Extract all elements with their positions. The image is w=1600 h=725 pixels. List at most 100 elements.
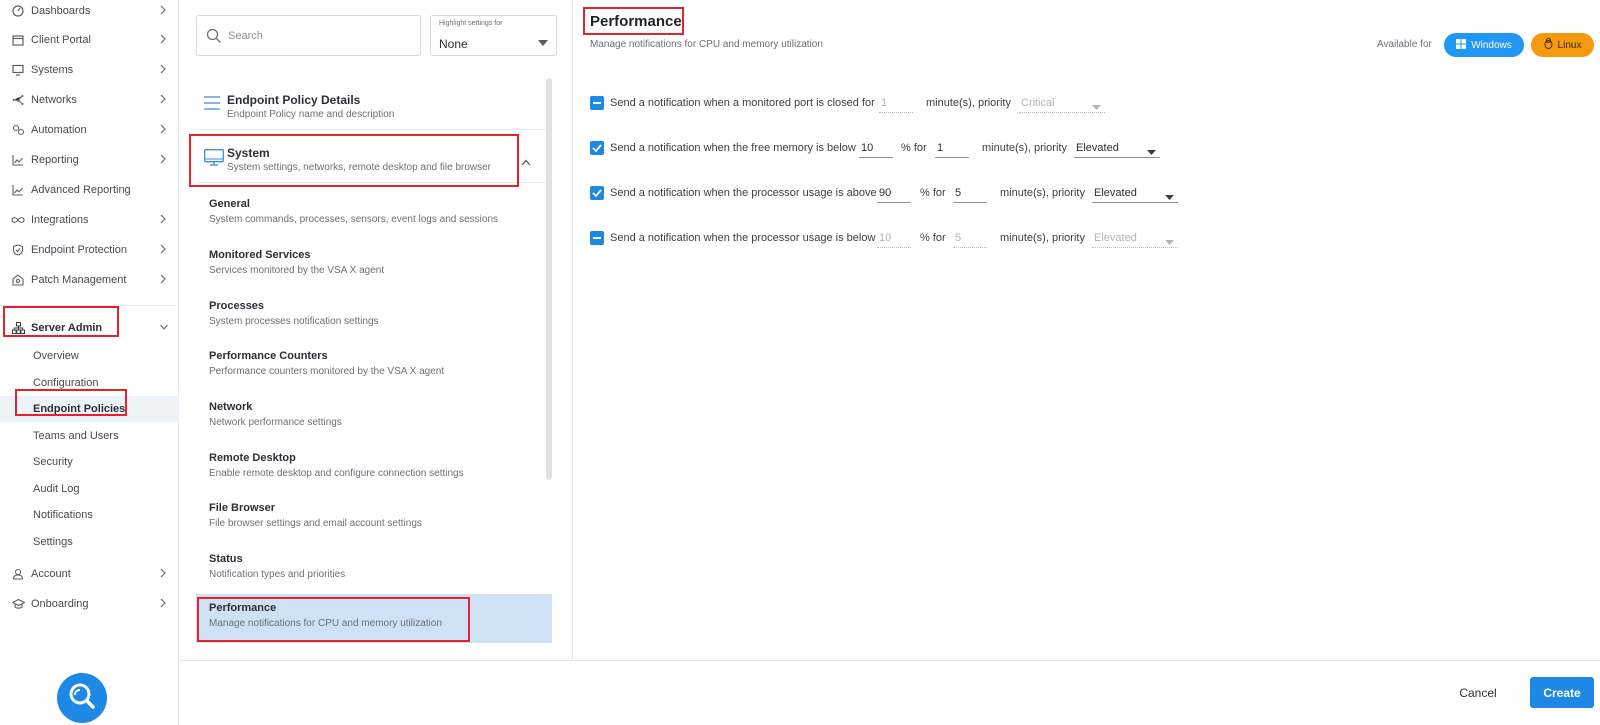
section-endpoint-policy-details[interactable]: Endpoint Policy Details Endpoint Policy … <box>196 80 552 130</box>
checked-checkbox[interactable] <box>590 141 604 155</box>
priority-select[interactable]: Critical <box>1019 95 1105 113</box>
sub-item-teams-and-users[interactable]: Teams and Users <box>0 423 179 449</box>
rule-unit: minute(s), priority <box>982 142 1067 154</box>
network-icon <box>11 93 25 107</box>
minutes-input[interactable]: 5 <box>953 185 987 203</box>
rule-text: Send a notification when the processor u… <box>610 187 877 199</box>
nav-item-advanced-reporting[interactable]: Advanced Reporting <box>0 176 179 204</box>
entry-performance-counters[interactable]: Performance Counters Performance counter… <box>196 342 552 389</box>
windows-label: Windows <box>1471 39 1512 51</box>
nav-item-dashboards[interactable]: Dashboards <box>0 0 179 25</box>
chevron-up-icon <box>521 153 531 171</box>
entry-general[interactable]: General System commands, processes, sens… <box>196 190 552 237</box>
linux-penguin-icon <box>1544 38 1553 52</box>
sub-item-label: Overview <box>33 350 79 362</box>
sidebar-nav: Dashboards Client Portal Systems Network… <box>0 0 179 725</box>
sub-item-label: Endpoint Policies <box>33 403 126 415</box>
help-search-button[interactable] <box>57 673 107 723</box>
linux-label: Linux <box>1557 39 1582 51</box>
nav-item-endpoint-protection[interactable]: Endpoint Protection <box>0 236 179 264</box>
page-title: Performance <box>590 13 682 30</box>
nav-item-reporting[interactable]: Reporting <box>0 146 179 174</box>
rule-text: Send a notification when the processor u… <box>610 232 876 244</box>
chart-icon <box>11 183 25 197</box>
rule-port-closed: Send a notification when a monitored por… <box>574 91 1594 115</box>
rule-mid: % for <box>920 187 946 199</box>
priority-select[interactable]: Elevated <box>1092 230 1178 248</box>
chevron-right-icon <box>159 63 169 77</box>
highlight-settings-select[interactable]: Highlight settings for None <box>430 15 557 56</box>
highlight-settings-label: Highlight settings for <box>439 20 503 27</box>
sub-item-audit-log[interactable]: Audit Log <box>0 476 179 502</box>
cpu-threshold-input[interactable]: 90 <box>877 185 911 203</box>
rule-mid: % for <box>901 142 927 154</box>
sub-item-overview[interactable]: Overview <box>0 343 179 369</box>
nav-item-integrations[interactable]: Integrations <box>0 206 179 234</box>
sub-item-label: Security <box>33 456 73 468</box>
cpu-threshold-input[interactable]: 10 <box>877 230 911 248</box>
priority-select[interactable]: Elevated <box>1074 140 1160 158</box>
chevron-right-icon <box>159 153 169 167</box>
rule-processor-below: Send a notification when the processor u… <box>574 226 1594 250</box>
chevron-right-icon <box>159 4 169 18</box>
entry-remote-desktop[interactable]: Remote Desktop Enable remote desktop and… <box>196 444 552 491</box>
entry-processes[interactable]: Processes System processes notification … <box>196 292 552 339</box>
sub-item-security[interactable]: Security <box>0 449 179 475</box>
priority-select[interactable]: Elevated <box>1092 185 1178 203</box>
nav-item-automation[interactable]: Automation <box>0 116 179 144</box>
sub-item-notifications[interactable]: Notifications <box>0 502 179 528</box>
nav-label: Onboarding <box>31 598 89 610</box>
nav-item-client-portal[interactable]: Client Portal <box>0 26 179 54</box>
page-subtitle: Manage notifications for CPU and memory … <box>590 39 823 50</box>
nav-label: Account <box>31 568 71 580</box>
sub-item-settings[interactable]: Settings <box>0 529 179 555</box>
monitor-icon <box>204 149 224 171</box>
sub-item-configuration[interactable]: Configuration <box>0 370 179 396</box>
minutes-input[interactable]: 5 <box>953 230 987 248</box>
checked-checkbox[interactable] <box>590 186 604 200</box>
rule-text: Send a notification when a monitored por… <box>610 97 875 109</box>
indeterminate-checkbox[interactable] <box>590 231 604 245</box>
nav-item-server-admin[interactable]: Server Admin <box>0 314 179 342</box>
nav-item-account[interactable]: Account <box>0 560 179 588</box>
nav-item-onboarding[interactable]: Onboarding <box>0 590 179 618</box>
priority-value: Critical <box>1021 97 1055 109</box>
rule-unit: minute(s), priority <box>926 97 1011 109</box>
highlight-settings-value: None <box>439 37 468 51</box>
entry-monitored-services[interactable]: Monitored Services Services monitored by… <box>196 241 552 288</box>
search-input[interactable]: Search <box>196 15 421 56</box>
indeterminate-checkbox[interactable] <box>590 96 604 110</box>
window-icon <box>11 33 25 47</box>
minutes-input[interactable]: 1 <box>879 95 913 113</box>
entry-file-browser[interactable]: File Browser File browser settings and e… <box>196 494 552 541</box>
create-button[interactable]: Create <box>1530 677 1594 708</box>
entry-performance[interactable]: Performance Manage notifications for CPU… <box>196 594 552 643</box>
graduation-cap-icon <box>11 597 25 611</box>
entry-title: Processes <box>209 300 265 312</box>
entry-network[interactable]: Network Network performance settings <box>196 393 552 440</box>
entry-desc: Network performance settings <box>209 417 342 428</box>
cancel-button[interactable]: Cancel <box>1453 678 1503 708</box>
memory-threshold-input[interactable]: 10 <box>859 140 893 158</box>
entry-desc: Performance counters monitored by the VS… <box>209 366 445 377</box>
linux-badge[interactable]: Linux <box>1531 33 1594 57</box>
settings-list-scrollbar[interactable] <box>546 78 552 480</box>
entry-title: Monitored Services <box>209 249 311 261</box>
section-system[interactable]: System System settings, networks, remote… <box>196 133 552 183</box>
nav-label: Server Admin <box>31 322 103 334</box>
nav-item-patch-management[interactable]: Patch Management <box>0 266 179 294</box>
caret-down-icon <box>1092 101 1101 113</box>
caret-down-icon <box>1165 236 1174 248</box>
nav-item-systems[interactable]: Systems <box>0 56 179 84</box>
entry-status[interactable]: Status Notification types and priorities <box>196 545 552 592</box>
sub-item-endpoint-policies[interactable]: Endpoint Policies <box>0 396 179 422</box>
shield-icon <box>11 243 25 257</box>
entry-desc: File browser settings and email account … <box>209 518 422 529</box>
caret-down-icon <box>1165 191 1174 203</box>
entry-title: Performance Counters <box>209 350 328 362</box>
windows-badge[interactable]: Windows <box>1444 33 1524 57</box>
minutes-input[interactable]: 1 <box>935 140 969 158</box>
nav-label: Networks <box>31 94 77 106</box>
nav-item-networks[interactable]: Networks <box>0 86 179 114</box>
rule-text: Send a notification when the free memory… <box>610 142 856 154</box>
